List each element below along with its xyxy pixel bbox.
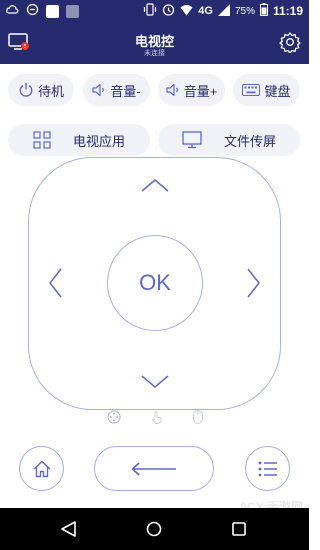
ok-button[interactable]: OK [107, 235, 203, 331]
back-button[interactable] [94, 446, 214, 491]
menu-button[interactable] [245, 446, 290, 491]
app-bar: 电视控 未连接 [0, 22, 309, 64]
dpad-right-button[interactable] [240, 268, 268, 298]
nav-back-icon[interactable] [59, 519, 79, 539]
tv-apps-button[interactable]: 电视应用 [8, 124, 150, 156]
cloud-icon [6, 3, 19, 19]
clock: 11:19 [272, 4, 303, 18]
alarm-icon [162, 3, 175, 19]
touch-mode-icon[interactable] [151, 410, 163, 424]
dpad-down-button[interactable] [141, 368, 169, 396]
apps-grid-icon [33, 131, 51, 149]
volume-up-label: 音量+ [183, 83, 218, 99]
keyboard-button[interactable]: 键盘 [233, 74, 300, 106]
network-type: 4G [198, 5, 213, 17]
system-nav-bar [0, 508, 309, 550]
control-mode-switch [107, 410, 203, 424]
list-menu-icon [258, 461, 277, 476]
connection-status: 未连接 [144, 50, 165, 57]
chevron-up-icon [141, 179, 169, 192]
home-icon [33, 460, 50, 477]
monitor-icon [182, 131, 202, 149]
system-icons: 4G 75% 11:19 [143, 3, 303, 19]
app-notification-icon [46, 4, 59, 18]
arrow-left-icon [131, 461, 176, 476]
sync-icon [26, 3, 39, 19]
dpad-up-button[interactable] [141, 171, 169, 199]
nav-home-icon[interactable] [144, 519, 164, 539]
nav-recents-icon[interactable] [229, 519, 249, 539]
settings-gear-icon[interactable] [279, 31, 301, 54]
dpad-left-button[interactable] [41, 268, 69, 298]
volume-up-icon [166, 83, 180, 97]
volume-down-button[interactable]: 音量- [83, 74, 150, 106]
keyboard-icon [242, 84, 261, 96]
wifi-icon [180, 4, 193, 19]
battery-percent: 75% [234, 5, 255, 17]
file-cast-label: 文件传屏 [223, 133, 276, 149]
signal-icon [217, 3, 230, 19]
standby-label: 待机 [37, 83, 64, 99]
status-bar: 4G 75% 11:19 [0, 0, 309, 22]
chevron-down-icon [141, 375, 169, 388]
gamepad-mode-icon[interactable] [107, 410, 121, 424]
chevron-left-icon [49, 268, 62, 298]
volume-down-icon [92, 83, 106, 97]
volume-down-label: 音量- [110, 83, 141, 99]
chevron-right-icon [247, 268, 260, 298]
power-icon [18, 82, 34, 98]
tv-apps-label: 电视应用 [72, 133, 125, 149]
app-notification-icon [66, 4, 79, 18]
battery-icon [259, 3, 268, 19]
file-cast-button[interactable]: 文件传屏 [158, 124, 300, 156]
standby-button[interactable]: 待机 [8, 74, 74, 106]
keyboard-label: 键盘 [264, 83, 291, 99]
vibrate-icon [143, 3, 157, 19]
volume-up-button[interactable]: 音量+ [158, 74, 225, 106]
home-button[interactable] [19, 446, 64, 491]
notification-icons [6, 3, 79, 19]
mouse-mode-icon[interactable] [193, 410, 203, 424]
